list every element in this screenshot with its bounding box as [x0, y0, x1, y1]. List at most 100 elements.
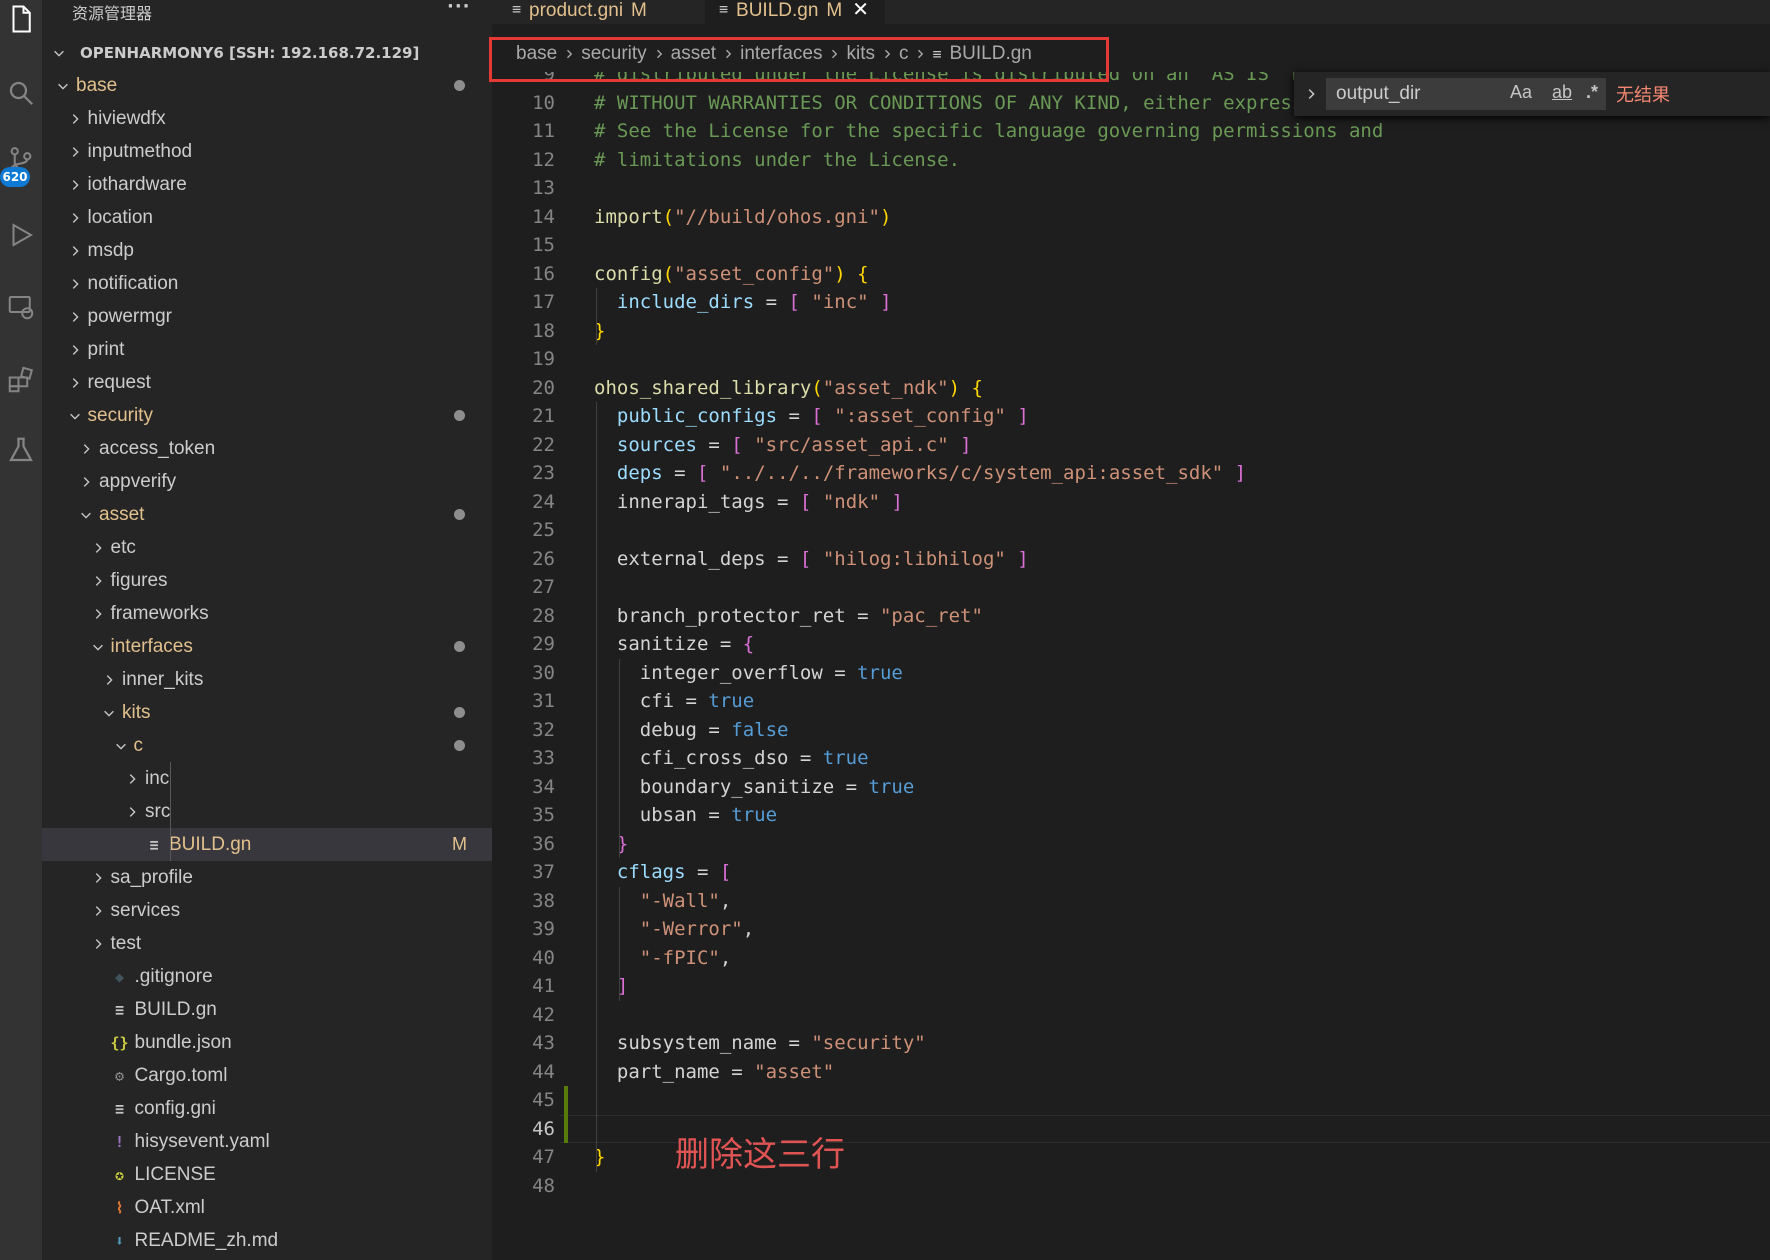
- line-number: 45: [532, 1089, 555, 1111]
- tree-item[interactable]: inner_kits: [42, 663, 492, 696]
- code-token: [: [719, 861, 732, 883]
- code-token: "ndk": [822, 490, 881, 513]
- remote-explorer-icon[interactable]: [0, 282, 42, 332]
- tree-item[interactable]: src: [42, 795, 492, 828]
- code-text: public_configs = [ ":asset_config" ]: [594, 402, 1029, 431]
- code-line: 19: [492, 345, 1770, 374]
- tree-item[interactable]: ⚙ Cargo.toml: [42, 1059, 492, 1092]
- code-token: =: [662, 462, 697, 484]
- tree-item[interactable]: services: [42, 894, 492, 927]
- tree-item[interactable]: test: [42, 927, 492, 960]
- tree-item[interactable]: frameworks: [42, 597, 492, 630]
- code-token: ubsan =: [594, 804, 732, 826]
- tree-item[interactable]: location: [42, 201, 492, 234]
- code-token: (: [662, 262, 675, 285]
- toggle-replace-chevron-icon[interactable]: [1298, 87, 1324, 101]
- tree-item-label: appverify: [99, 470, 177, 492]
- code-token: "../../../frameworks/c/system_api:asset_…: [719, 462, 1224, 484]
- tree-item[interactable]: print: [42, 333, 492, 366]
- line-number: 22: [532, 433, 555, 456]
- code-text: "-fPIC",: [594, 944, 732, 973]
- tree-item-label: notification: [87, 272, 179, 294]
- tree-item[interactable]: c: [42, 729, 492, 762]
- tree-item[interactable]: figures: [42, 564, 492, 597]
- tree-item[interactable]: security: [42, 399, 492, 432]
- code-token: sources: [616, 433, 697, 456]
- chevron-right-icon: [66, 308, 84, 326]
- code-line: 33 cfi_cross_dso = true: [492, 744, 1770, 773]
- code-line: 25: [492, 516, 1770, 545]
- code-token: cflags: [616, 861, 686, 883]
- run-debug-icon[interactable]: [0, 210, 42, 260]
- code-token: {: [857, 262, 869, 285]
- line-number: 13: [532, 177, 555, 199]
- tree-item[interactable]: powermgr: [42, 300, 492, 333]
- tab-product-gni[interactable]: ≡ product.gni M: [512, 0, 692, 24]
- code-token: ,: [719, 889, 732, 912]
- tree-item[interactable]: ≡ BUILD.gn: [42, 993, 492, 1026]
- code-token: ): [948, 376, 961, 399]
- tree-item[interactable]: msdp: [42, 234, 492, 267]
- tree-item[interactable]: iothardware: [42, 168, 492, 201]
- more-actions-icon[interactable]: ···: [447, 0, 471, 17]
- code-line: 21 public_configs = [ ":asset_config" ]: [492, 402, 1770, 431]
- modified-dot: [454, 707, 465, 718]
- code-text: }: [594, 830, 628, 859]
- tree-item[interactable]: {} bundle.json: [42, 1026, 492, 1059]
- tree-item[interactable]: hiviewdfx: [42, 102, 492, 135]
- tree-item[interactable]: request: [42, 366, 492, 399]
- code-token: ]: [1234, 462, 1247, 484]
- line-number: 21: [532, 405, 555, 427]
- explorer-icon[interactable]: [0, 0, 42, 44]
- tree-item[interactable]: ≡ BUILD.gn M: [42, 828, 492, 861]
- line-number: 40: [532, 946, 555, 969]
- code-token: "-Wall": [639, 889, 720, 912]
- line-number: 33: [532, 747, 555, 769]
- code-token: ]: [960, 433, 972, 456]
- code-text: import("//build/ohos.gni"): [594, 203, 891, 232]
- tree-item[interactable]: asset: [42, 498, 492, 531]
- code-text: part_name = "asset": [594, 1058, 834, 1087]
- line-number: 11: [532, 120, 555, 142]
- code-text: deps = [ "../../../frameworks/c/system_a…: [594, 459, 1246, 488]
- regex-icon[interactable]: .*: [1586, 82, 1598, 103]
- tree-item[interactable]: ! hisysevent.yaml: [42, 1125, 492, 1158]
- code-text: ubsan = true: [594, 801, 777, 830]
- search-icon[interactable]: [0, 68, 42, 118]
- workspace-root[interactable]: OPENHARMONY6 [SSH: 192.168.72.129]: [42, 38, 492, 68]
- tree-item[interactable]: ≡ config.gni: [42, 1092, 492, 1125]
- testing-icon[interactable]: [0, 425, 42, 475]
- tab-build-gn[interactable]: ≡ BUILD.gn M ✕: [705, 0, 885, 24]
- tree-item[interactable]: ⌇ OAT.xml: [42, 1191, 492, 1224]
- find-input[interactable]: output_dir Aa ab .*: [1326, 78, 1606, 110]
- tree-item[interactable]: base: [42, 69, 492, 102]
- chevron-down-icon: [50, 44, 68, 62]
- close-icon[interactable]: ✕: [852, 0, 869, 19]
- tree-item[interactable]: inputmethod: [42, 135, 492, 168]
- tree-item[interactable]: ✪ LICENSE: [42, 1158, 492, 1191]
- whole-word-icon[interactable]: ab: [1552, 82, 1572, 103]
- line-number: 48: [532, 1174, 555, 1197]
- tree-item[interactable]: access_token: [42, 432, 492, 465]
- line-number: 42: [532, 1003, 555, 1026]
- tree-item[interactable]: interfaces: [42, 630, 492, 663]
- chevron-down-icon: [66, 407, 84, 425]
- match-case-icon[interactable]: Aa: [1510, 82, 1532, 103]
- tree-item[interactable]: appverify: [42, 465, 492, 498]
- tab-label: product.gni: [529, 0, 624, 21]
- tree-item[interactable]: ⬇ README_zh.md: [42, 1224, 492, 1257]
- line-number: 46: [532, 1117, 555, 1140]
- tree-item[interactable]: inc: [42, 762, 492, 795]
- tree-item[interactable]: notification: [42, 267, 492, 300]
- tree-item-label: inc: [145, 767, 170, 789]
- file-type-icon: ≡: [114, 1000, 125, 1019]
- tree-item[interactable]: kits: [42, 696, 492, 729]
- tree-item[interactable]: ◆ .gitignore: [42, 960, 492, 993]
- code-token: (: [811, 376, 823, 399]
- tree-item[interactable]: sa_profile: [42, 861, 492, 894]
- code-editor[interactable]: 9 # distributed under the License is dist…: [492, 72, 1770, 1260]
- extensions-icon[interactable]: [0, 355, 42, 405]
- tree-item[interactable]: etc: [42, 531, 492, 564]
